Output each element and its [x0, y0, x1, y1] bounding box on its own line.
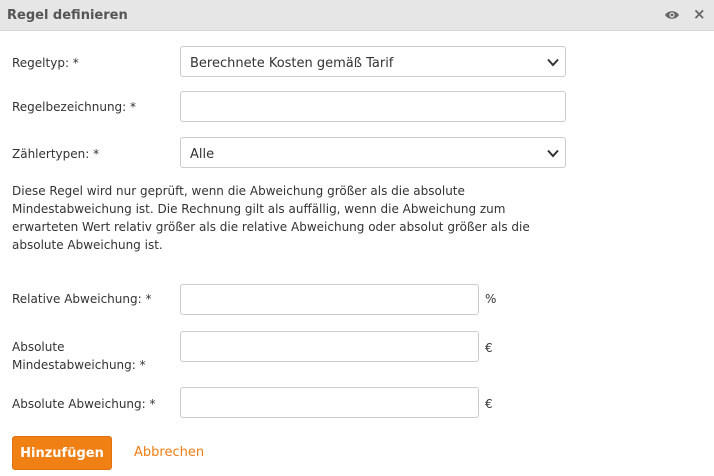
dialog-titlebar: Regel definieren × — [0, 0, 714, 31]
percent-unit: % — [485, 292, 497, 306]
dialog-title: Regel definieren — [7, 8, 128, 23]
rule-dialog: Regel definieren × Regeltyp: * Berechnet… — [0, 0, 714, 476]
close-icon[interactable]: × — [693, 5, 706, 23]
rule-type-select[interactable]: Berechnete Kosten gemäß Tarif — [180, 46, 566, 77]
rule-info-text: Diese Regel wird nur geprüft, wenn die A… — [12, 184, 530, 252]
rule-type-label: Regeltyp: * — [12, 56, 79, 70]
absolute-min-deviation-input[interactable] — [180, 331, 479, 362]
meter-types-select[interactable]: Alle — [180, 137, 566, 168]
chevron-down-icon — [547, 149, 559, 158]
absolute-min-deviation-label-line1: Absolute — [12, 340, 65, 354]
rule-name-label: Regelbezeichnung: * — [12, 100, 137, 114]
rule-type-value: Berechnete Kosten gemäß Tarif — [190, 56, 394, 71]
absolute-deviation-input[interactable] — [180, 387, 479, 418]
relative-deviation-input[interactable] — [180, 284, 479, 315]
absolute-min-deviation-label-line2: Mindestabweichung: * — [12, 358, 146, 372]
relative-deviation-label: Relative Abweichung: * — [12, 292, 152, 306]
eye-icon[interactable] — [664, 7, 680, 21]
euro-unit: € — [485, 341, 493, 355]
euro-unit: € — [485, 397, 493, 411]
absolute-deviation-label: Absolute Abweichung: * — [12, 397, 156, 411]
cancel-link[interactable]: Abbrechen — [134, 445, 204, 460]
meter-types-label: Zählertypen: * — [12, 147, 100, 161]
add-button[interactable]: Hinzufügen — [12, 436, 112, 470]
meter-types-value: Alle — [190, 147, 215, 162]
rule-name-input[interactable] — [180, 91, 566, 122]
chevron-down-icon — [547, 58, 559, 67]
